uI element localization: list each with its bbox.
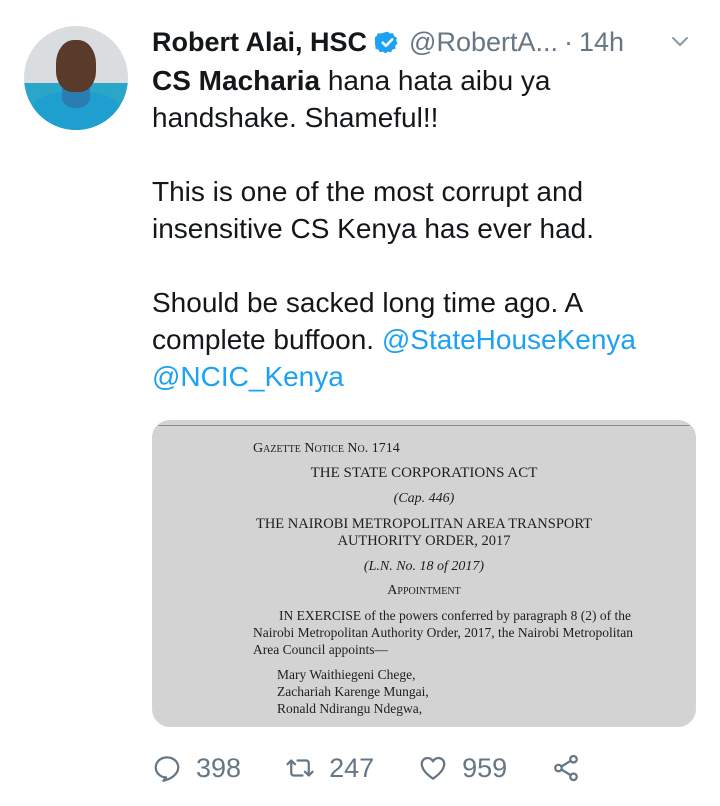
- like-count: 959: [462, 752, 508, 783]
- tweet-line: handshake. Shameful!!: [152, 102, 439, 133]
- chevron-down-icon[interactable]: [670, 32, 690, 52]
- appointee-name: Zachariah Karenge Mungai,: [277, 684, 429, 699]
- mention-link[interactable]: @NCIC_Kenya: [152, 361, 344, 392]
- gazette-number: Gazette Notice No. 1714: [253, 441, 400, 456]
- gazette-notice-document: Gazette Notice No. 1714 THE STATE CORPOR…: [153, 421, 695, 726]
- legal-notice-number: (L.N. No. 18 of 2017): [363, 559, 485, 574]
- tweet-line: Should be sacked long time ago. A: [152, 287, 584, 318]
- tweet-text-fragment: hana hata aibu ya: [320, 65, 551, 96]
- act-title: THE STATE CORPORATIONS ACT: [310, 465, 538, 481]
- retweet-icon: [286, 759, 314, 777]
- tweet-text-fragment: complete buffoon.: [152, 324, 382, 355]
- order-title-line1: THE NAIROBI METROPOLITAN AREA TRANSPORT: [255, 516, 593, 532]
- retweet-count: 247: [329, 752, 375, 783]
- tweet-timestamp[interactable]: 14h: [579, 27, 624, 58]
- tweet-actions: 398 247 959: [152, 746, 700, 790]
- tweet-line: complete buffoon. @StateHouseKenya: [152, 321, 692, 358]
- avatar-face: [56, 40, 96, 92]
- author-handle[interactable]: @RobertA...: [409, 27, 558, 58]
- reply-button[interactable]: 398: [152, 753, 241, 784]
- body-line: IN EXERCISE of the powers conferred by p…: [279, 608, 632, 623]
- body-line: Nairobi Metropolitan Authority Order, 20…: [253, 625, 634, 640]
- tweet-header: Robert Alai, HSC @RobertA... · 14h: [152, 20, 696, 64]
- tweet-line: CS Macharia hana hata aibu ya: [152, 62, 692, 99]
- reply-icon: [154, 756, 180, 782]
- tweet-line: insensitive CS Kenya has ever had.: [152, 213, 595, 244]
- like-button[interactable]: 959: [418, 753, 507, 784]
- share-button[interactable]: [551, 753, 581, 783]
- appointee-name: Mary Waithiegeni Chege,: [277, 667, 416, 682]
- appointment-heading: Appointment: [387, 583, 461, 598]
- tweet-body: CS Macharia hana hata aibu ya handshake.…: [152, 62, 692, 395]
- retweet-button[interactable]: 247: [285, 753, 374, 784]
- order-title-line2: AUTHORITY ORDER, 2017: [337, 533, 511, 549]
- mention-link[interactable]: @StateHouseKenya: [382, 324, 636, 355]
- attached-image[interactable]: Gazette Notice No. 1714 THE STATE CORPOR…: [152, 420, 696, 727]
- verified-badge-icon: [375, 31, 398, 53]
- heart-icon: [420, 756, 446, 780]
- bold-subject: CS Macharia: [152, 65, 321, 96]
- share-icon: [554, 754, 579, 782]
- cap-number: (Cap. 446): [393, 491, 455, 506]
- separator-dot: ·: [564, 26, 573, 57]
- avatar[interactable]: [24, 26, 128, 130]
- tweet-line: This is one of the most corrupt and: [152, 176, 584, 207]
- body-line: Area Council appoints—: [253, 642, 388, 657]
- tweet-line: @NCIC_Kenya: [152, 358, 692, 395]
- document-rule: [153, 425, 695, 426]
- reply-count: 398: [196, 752, 242, 783]
- author-name[interactable]: Robert Alai, HSC: [152, 27, 367, 58]
- appointee-name: Ronald Ndirangu Ndegwa,: [277, 701, 423, 716]
